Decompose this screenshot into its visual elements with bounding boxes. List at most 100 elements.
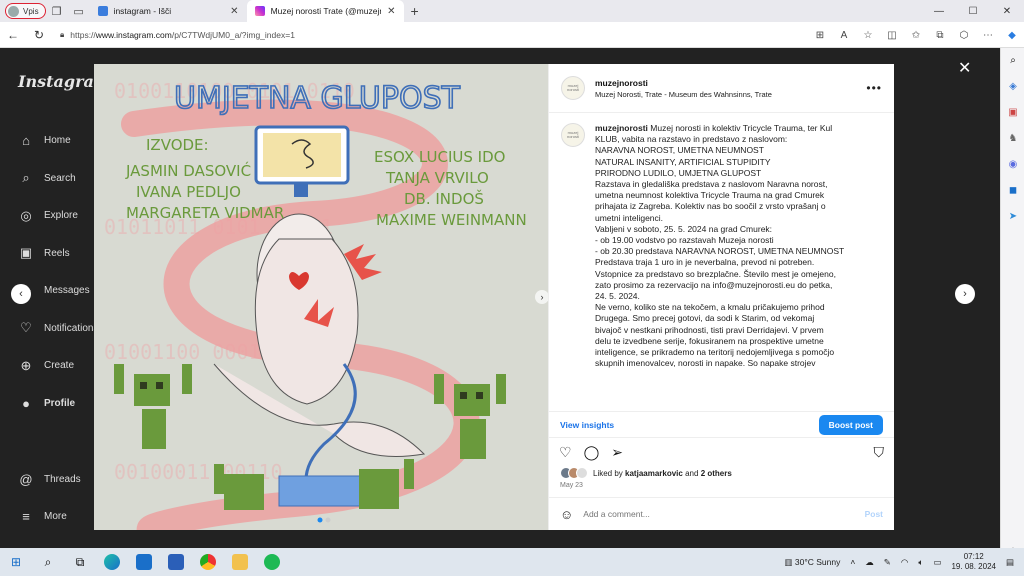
- app-available-icon[interactable]: ⊞: [808, 30, 832, 41]
- post-author-block: muzejnorosti Muzej Norosti, Trate - Muse…: [595, 78, 772, 99]
- volume-icon[interactable]: 🔈︎: [918, 557, 923, 568]
- taskbar-edge-icon[interactable]: [96, 548, 128, 576]
- taskbar-spotify-icon[interactable]: [256, 548, 288, 576]
- nav-item-profile[interactable]: ● Profile: [18, 385, 98, 423]
- liked-by-user[interactable]: katjaamarkovic: [625, 469, 683, 478]
- liked-by-row: Liked by katjaamarkovic and 2 others: [549, 466, 894, 480]
- post-image[interactable]: 0100110100 0101 0110 01011011 0101 01101…: [94, 64, 548, 530]
- collections-icon[interactable]: ⧉: [928, 30, 952, 41]
- tab-muzej-norosti[interactable]: Muzej norosti Trate (@muzejnoro ✕: [246, 0, 404, 22]
- caption-line: PRIRODNO LUDILO, UMJETNA GLUPOST: [595, 167, 762, 178]
- minimize-icon[interactable]: —: [922, 0, 956, 22]
- new-tab-button[interactable]: +: [404, 3, 426, 19]
- favorite-star-icon[interactable]: ☆: [856, 30, 880, 41]
- explore-icon: ◎: [20, 207, 32, 223]
- poster-right-name-3: DB. INDOŠ: [404, 189, 484, 208]
- caption-line: muzejnorosti Muzej norosti in kolektiv T…: [595, 123, 833, 133]
- boost-post-button[interactable]: Boost post: [818, 414, 883, 435]
- refresh-icon[interactable]: ↻: [26, 28, 52, 42]
- next-post-arrow-icon[interactable]: ›: [955, 284, 975, 304]
- edge-sidebar: ⌕ ◈ ▣ ♞ ◉ ◼ ➤ ⚙: [1000, 48, 1024, 558]
- games-icon[interactable]: ♞: [1001, 126, 1024, 152]
- clock[interactable]: 07:12 19. 08. 2024: [951, 552, 995, 572]
- avatar[interactable]: muzej norosti: [561, 123, 585, 147]
- post-comment-button[interactable]: Post: [865, 509, 883, 519]
- taskbar-mail-icon[interactable]: [128, 548, 160, 576]
- post-username[interactable]: muzejnorosti: [595, 78, 772, 88]
- avatar[interactable]: muzej norosti: [561, 76, 585, 100]
- nav-item-create[interactable]: ⊕ Create: [18, 347, 98, 385]
- caption-line: - ob 20.30 predstava NARAVNA NOROST, UME…: [595, 246, 845, 257]
- tab-instagram-search[interactable]: instagram - Išči ✕: [90, 0, 247, 22]
- nav-item-threads[interactable]: @ Threads: [18, 461, 80, 498]
- liked-by-others[interactable]: 2 others: [701, 469, 732, 478]
- like-heart-icon[interactable]: ♡: [559, 444, 572, 461]
- close-modal-icon[interactable]: ✕: [958, 58, 971, 78]
- profile-button[interactable]: Vpis: [5, 3, 46, 19]
- favorites-icon[interactable]: ✩: [904, 30, 928, 41]
- close-tab-icon[interactable]: ✕: [230, 6, 238, 17]
- more-options-icon[interactable]: •••: [866, 81, 882, 95]
- comment-icon[interactable]: ◯: [584, 444, 600, 461]
- taskbar-word-icon[interactable]: [160, 548, 192, 576]
- start-windows-icon[interactable]: ⊞: [0, 548, 32, 576]
- taskbar-folder-icon[interactable]: [224, 548, 256, 576]
- browser-tab-strip: Vpis ❐ ▭ instagram - Išči ✕ Muzej norost…: [0, 0, 1024, 22]
- shopping-tag-icon[interactable]: ◈: [1001, 74, 1024, 100]
- caption-line: zato prosimo za rezervacijo na info@muze…: [595, 279, 833, 290]
- onedrive-icon[interactable]: ☁: [865, 557, 874, 568]
- drop-icon[interactable]: ➤: [1001, 204, 1024, 230]
- office-icon[interactable]: ◉: [1001, 152, 1024, 178]
- outlook-icon[interactable]: ◼: [1001, 178, 1024, 204]
- maximize-icon[interactable]: ☐: [956, 0, 990, 22]
- tray-chevron-icon[interactable]: ˄: [850, 557, 855, 567]
- pen-icon[interactable]: ✎: [884, 557, 891, 568]
- nav-item-more[interactable]: ≡ More: [18, 498, 81, 535]
- weather-widget[interactable]: ▥ 30°C Sunny: [784, 557, 840, 568]
- workspaces-icon[interactable]: ❐: [46, 0, 68, 22]
- post-date[interactable]: May 23: [549, 480, 894, 498]
- notifications-icon[interactable]: ▤: [1006, 557, 1014, 568]
- tab-actions-icon[interactable]: ▭: [68, 0, 90, 22]
- taskbar-chrome-icon[interactable]: [192, 548, 224, 576]
- previous-post-arrow-icon[interactable]: ‹: [11, 284, 31, 304]
- close-tab-icon[interactable]: ✕: [387, 6, 395, 17]
- comment-input[interactable]: [583, 509, 855, 519]
- post-location[interactable]: Muzej Norosti, Trate - Museum des Wahnsi…: [595, 90, 772, 99]
- caption-line: KLUB, vabita na razstavo in predstavo z …: [595, 134, 788, 145]
- poster-illustration: 0100110100 0101 0110 01011011 0101 01101…: [104, 79, 527, 530]
- nav-item-search[interactable]: ⌕ Search: [18, 160, 98, 198]
- task-view-icon[interactable]: ⧉: [64, 548, 96, 576]
- close-window-icon[interactable]: ✕: [990, 0, 1024, 22]
- back-icon[interactable]: ←: [0, 28, 26, 42]
- browser-menu-icon[interactable]: ⋯: [976, 30, 1000, 41]
- poster-left-name-1: JASMIN DASOVIĆ: [125, 161, 251, 180]
- lock-icon[interactable]: 🔒︎: [60, 30, 64, 40]
- split-screen-icon[interactable]: ◫: [880, 30, 904, 41]
- search-icon[interactable]: ⌕: [32, 548, 64, 576]
- wifi-icon[interactable]: ◠: [901, 557, 908, 568]
- tools-icon[interactable]: ▣: [1001, 100, 1024, 126]
- extensions-icon[interactable]: ⬡: [952, 30, 976, 41]
- url-field[interactable]: 🔒︎ https://www.instagram.com/p/C7TWdjUM0…: [60, 26, 830, 44]
- nav-item-notifications[interactable]: ♡ Notifications: [18, 310, 98, 348]
- bookmark-icon[interactable]: ⛉: [874, 444, 885, 461]
- read-aloud-icon[interactable]: A: [832, 30, 856, 41]
- view-insights-link[interactable]: View insights: [560, 420, 614, 430]
- liker-avatars[interactable]: [560, 467, 588, 479]
- sidebar-spacer: [1001, 230, 1024, 540]
- clock-time: 07:12: [963, 552, 984, 561]
- menu-icon: ≡: [22, 509, 30, 524]
- battery-icon[interactable]: ▭: [933, 557, 941, 568]
- nav-item-home[interactable]: ⌂ Home: [18, 122, 98, 160]
- search-icon[interactable]: ⌕: [1001, 48, 1024, 74]
- nav-item-explore[interactable]: ◎ Explore: [18, 197, 98, 235]
- nav-label: Notifications: [44, 322, 99, 334]
- nav-label: Search: [44, 172, 76, 184]
- emoji-icon[interactable]: ☺: [560, 507, 573, 522]
- image-next-icon[interactable]: ›: [535, 290, 548, 304]
- copilot-icon[interactable]: ◆: [1000, 30, 1024, 41]
- caption-username[interactable]: muzejnorosti: [595, 123, 648, 133]
- nav-item-reels[interactable]: ▣ Reels: [18, 235, 98, 273]
- share-icon[interactable]: ➢: [611, 444, 623, 461]
